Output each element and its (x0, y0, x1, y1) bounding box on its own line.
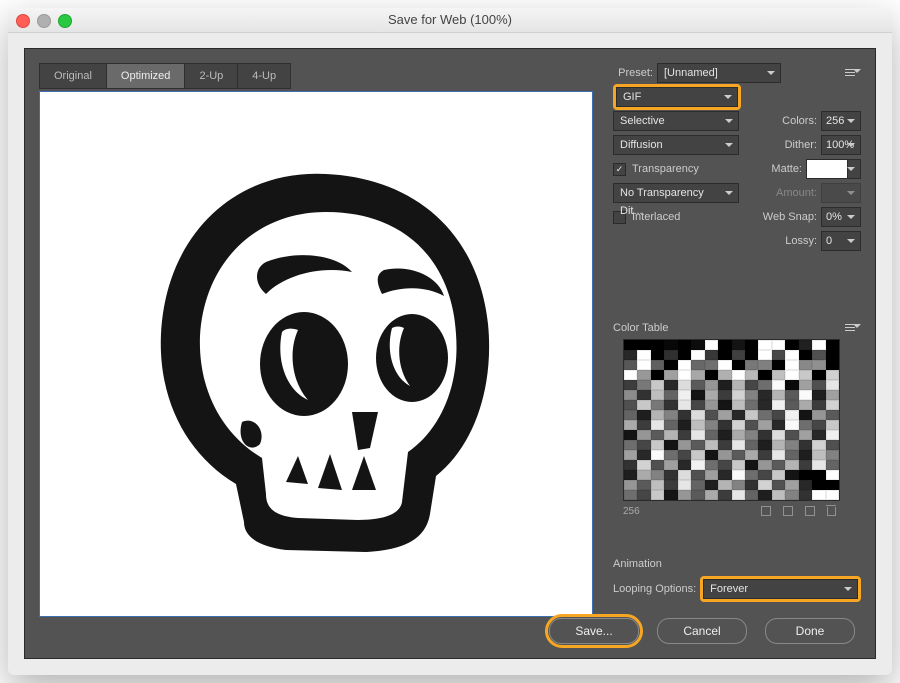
amount-select (821, 183, 861, 203)
zoom-window-button[interactable] (58, 14, 72, 28)
save-for-web-dialog: Save for Web (100%) Original Optimized 2… (8, 8, 892, 675)
close-window-button[interactable] (16, 14, 30, 28)
tab-optimized[interactable]: Optimized (107, 64, 186, 88)
web-snap-label: Web Snap: (763, 211, 817, 223)
preview-artwork (126, 154, 506, 554)
colors-select[interactable]: 256 (821, 111, 861, 131)
color-table-count: 256 (623, 506, 640, 517)
matte-swatch[interactable] (806, 159, 848, 179)
transparency-label: Transparency (632, 163, 699, 175)
preset-flyout-menu-icon[interactable] (845, 66, 861, 80)
tab-4up[interactable]: 4-Up (238, 64, 290, 88)
window-title: Save for Web (100%) (388, 12, 512, 27)
lossy-label: Lossy: (785, 235, 817, 247)
new-color-icon[interactable] (804, 505, 816, 517)
format-highlight: GIF (613, 84, 741, 110)
dialog-body: Original Optimized 2-Up 4-Up (24, 48, 876, 659)
animation-title: Animation (613, 558, 861, 570)
color-table-grid[interactable] (623, 339, 840, 501)
snap-to-web-icon[interactable] (760, 505, 772, 517)
dither-label: Dither: (785, 139, 817, 151)
web-snap-select[interactable]: 0% (821, 207, 861, 227)
dither-algo-select[interactable]: Diffusion (613, 135, 739, 155)
looping-select[interactable]: Forever (703, 579, 858, 599)
view-tabs: Original Optimized 2-Up 4-Up (39, 63, 291, 89)
matte-select[interactable] (847, 159, 861, 179)
window-controls (16, 14, 72, 28)
looping-highlight: Forever (700, 576, 861, 602)
color-reduction-select[interactable]: Selective (613, 111, 739, 131)
preset-select[interactable]: [Unnamed] (657, 63, 781, 83)
amount-label: Amount: (776, 187, 817, 199)
matte-label: Matte: (771, 163, 802, 175)
preview-frame (39, 91, 593, 617)
transparency-dither-select[interactable]: No Transparency Dit... (613, 183, 739, 203)
lock-color-icon[interactable] (782, 505, 794, 517)
animation-section: Animation Looping Options: Forever (613, 558, 861, 602)
settings-panel: Preset: [Unnamed] GIF Selective Colors: … (613, 63, 861, 517)
colors-label: Colors: (782, 115, 817, 127)
delete-color-icon[interactable] (826, 505, 838, 517)
lossy-select[interactable]: 0 (821, 231, 861, 251)
color-table-flyout-menu-icon[interactable] (845, 321, 861, 335)
cancel-button[interactable]: Cancel (657, 618, 747, 644)
transparency-checkbox[interactable] (613, 163, 626, 176)
save-highlight (545, 614, 643, 648)
color-table-title: Color Table (613, 322, 668, 334)
minimize-window-button[interactable] (37, 14, 51, 28)
preset-label: Preset: (613, 67, 653, 79)
save-button[interactable]: Save... (549, 618, 639, 644)
tab-2up[interactable]: 2-Up (185, 64, 238, 88)
title-bar: Save for Web (100%) (8, 8, 892, 33)
image-preview[interactable] (44, 96, 588, 612)
looping-label: Looping Options: (613, 583, 696, 595)
format-select[interactable]: GIF (616, 87, 738, 107)
color-table-tools (760, 505, 838, 517)
done-button[interactable]: Done (765, 618, 855, 644)
tab-original[interactable]: Original (40, 64, 107, 88)
dither-select[interactable]: 100% (821, 135, 861, 155)
dialog-buttons: Save... Cancel Done (549, 618, 855, 644)
